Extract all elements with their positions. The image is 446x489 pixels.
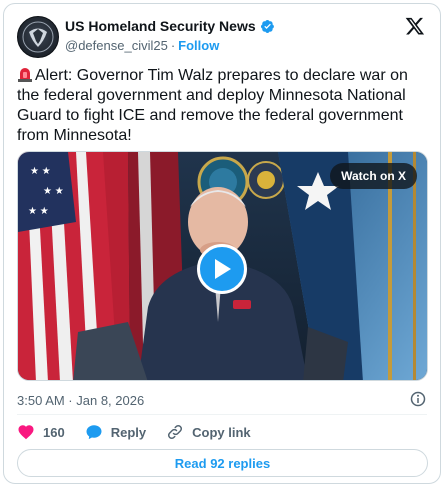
watch-on-x-badge[interactable]: Watch on X [330, 163, 417, 189]
author-handle[interactable]: @defense_civil25 [65, 38, 168, 53]
info-icon[interactable] [410, 391, 426, 407]
tweet-timestamp[interactable]: 3:50 AM · Jan 8, 2026 [17, 393, 144, 408]
x-logo-icon[interactable] [405, 16, 425, 36]
svg-text:★ ★: ★ ★ [30, 166, 51, 177]
svg-text:★ ★: ★ ★ [43, 186, 64, 197]
read-replies-button[interactable]: Read 92 replies [17, 449, 428, 477]
heart-icon [18, 425, 34, 440]
play-icon [215, 259, 231, 279]
video-thumbnail[interactable]: ★ ★ ★ ★ ★ ★ Watch on X [17, 151, 428, 381]
shield-eagle-logo-icon [22, 21, 54, 53]
copy-link-label: Copy link [192, 424, 251, 440]
divider [17, 414, 427, 415]
play-button[interactable] [197, 244, 247, 294]
chat-bubble-icon [86, 425, 102, 440]
tweet-text-block: Alert: Governor Tim Walz prepares to dec… [17, 66, 427, 146]
tweet-card: US Homeland Security News @defense_civil… [3, 3, 441, 484]
svg-text:★ ★: ★ ★ [28, 206, 49, 217]
verified-badge-icon [260, 19, 274, 33]
separator-dot: · [170, 38, 176, 53]
like-count: 160 [43, 424, 65, 440]
follow-button[interactable]: Follow [178, 38, 219, 53]
copy-link-button[interactable]: Copy link [166, 423, 251, 441]
reply-label: Reply [110, 424, 147, 440]
like-button[interactable]: 160 [17, 423, 65, 441]
link-icon [168, 424, 183, 440]
author-name[interactable]: US Homeland Security News [65, 18, 256, 34]
avatar[interactable] [17, 16, 59, 58]
rotating-light-icon [18, 68, 32, 82]
action-bar: 160 Reply Copy link [17, 423, 271, 441]
reply-button[interactable]: Reply [85, 423, 146, 441]
tweet-text: Alert: Governor Tim Walz prepares to dec… [17, 67, 408, 144]
